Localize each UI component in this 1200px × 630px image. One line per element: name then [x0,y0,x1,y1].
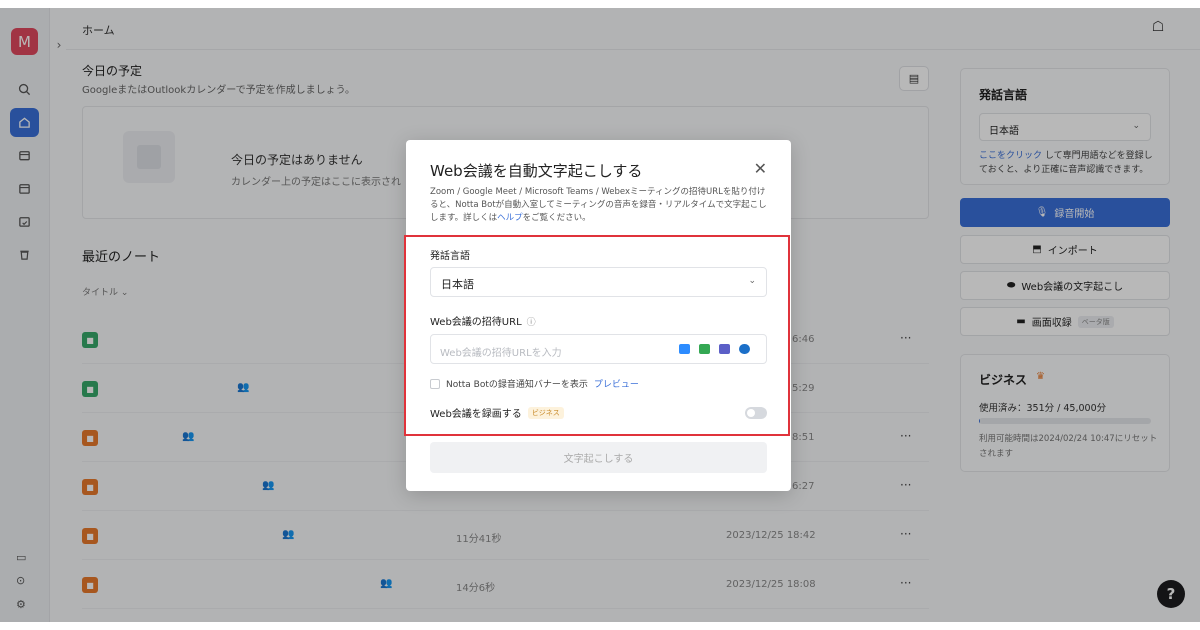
highlight-box [404,235,790,436]
modal-desc-2: をご覧ください。 [522,213,591,223]
close-icon[interactable]: ✕ [754,159,767,178]
transcribe-button[interactable]: 文字起こしする [430,442,767,473]
modal-title: Web会議を自動文字起こしする [430,162,643,180]
modal-description: Zoom / Google Meet / Microsoft Teams / W… [430,186,770,225]
modal-desc-1: Zoom / Google Meet / Microsoft Teams / W… [430,187,767,223]
help-link[interactable]: ヘルプ [497,213,523,223]
